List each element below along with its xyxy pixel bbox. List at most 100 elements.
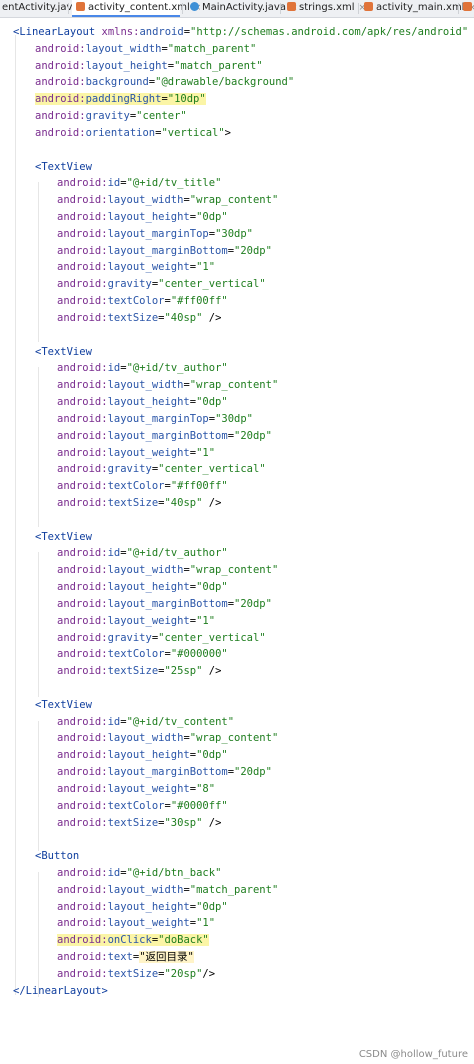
tab-activity-main-xml[interactable]: activity_main.xml× xyxy=(360,0,474,17)
xml-file-icon xyxy=(364,2,373,11)
code-token: "#ff00ff" xyxy=(170,480,228,493)
code-token: layout_marginBottom xyxy=(107,244,228,257)
code-line[interactable]: android:layout_height="0dp" xyxy=(57,579,228,595)
code-token: android: xyxy=(35,110,86,123)
code-token: orientation xyxy=(85,126,156,139)
code-token: android: xyxy=(57,951,108,964)
code-token: android: xyxy=(57,463,108,476)
code-line[interactable]: android:paddingRight="10dp" xyxy=(35,91,206,107)
code-line[interactable]: android:layout_width="wrap_content" xyxy=(57,562,278,578)
code-token: layout_weight xyxy=(107,614,190,627)
code-line[interactable]: android:layout_width="wrap_content" xyxy=(57,730,278,746)
code-token: android: xyxy=(57,799,108,812)
code-token: "center_vertical" xyxy=(158,631,266,644)
code-line[interactable]: android:layout_marginBottom="20dp" xyxy=(57,428,272,444)
code-line[interactable]: android:layout_marginTop="30dp" xyxy=(57,411,253,427)
code-token: android: xyxy=(57,211,108,224)
code-line[interactable]: android:layout_width="wrap_content" xyxy=(57,377,278,393)
tab-mainactivity-java[interactable]: MainActivity.java× xyxy=(186,0,298,17)
code-line[interactable]: android:textSize="40sp" /> xyxy=(57,310,221,326)
code-line[interactable]: android:gravity="center" xyxy=(35,108,187,124)
code-line[interactable]: android:layout_weight="1" xyxy=(57,915,215,931)
code-line[interactable]: android:orientation="vertical"> xyxy=(35,125,231,141)
code-line[interactable]: android:layout_height="0dp" xyxy=(57,394,228,410)
code-token: paddingRight xyxy=(85,93,162,106)
code-line[interactable]: <TextView xyxy=(35,697,92,713)
code-line[interactable]: <TextView xyxy=(35,344,92,360)
tab-strings-xml[interactable]: strings.xml × xyxy=(283,0,366,17)
code-token: "wrap_content" xyxy=(189,194,279,207)
code-token: text xyxy=(107,951,133,964)
indent-guide xyxy=(38,367,39,527)
code-line[interactable]: android:gravity="center_vertical" xyxy=(57,276,266,292)
code-line[interactable]: android:textSize="40sp" /> xyxy=(57,495,221,511)
code-line[interactable]: android:textSize="30sp" /> xyxy=(57,815,221,831)
code-line[interactable]: android:background="@drawable/background… xyxy=(35,74,294,90)
code-line[interactable]: android:layout_width="wrap_content" xyxy=(57,192,278,208)
code-line[interactable]: android:text="返回目录" xyxy=(57,949,194,965)
code-token: layout_width xyxy=(107,564,184,577)
code-token: xmlns: xyxy=(101,26,140,38)
code-line[interactable]: android:textSize="20sp"/> xyxy=(57,966,215,982)
code-line[interactable]: android:layout_weight="8" xyxy=(57,781,215,797)
code-line[interactable]: android:layout_height="0dp" xyxy=(57,209,228,225)
code-line[interactable]: android:layout_weight="1" xyxy=(57,259,215,275)
code-line[interactable]: android:layout_weight="1" xyxy=(57,613,215,629)
code-token: android: xyxy=(57,362,108,375)
code-line[interactable]: android:layout_width="match_parent" xyxy=(57,882,278,898)
tab-entactivity-java[interactable]: entActivity.java× xyxy=(0,0,90,17)
code-editor[interactable]: <LinearLayout xmlns:android="http://sche… xyxy=(0,17,474,1064)
tab-overflow[interactable]: p xyxy=(459,0,474,17)
code-token: android: xyxy=(57,867,108,879)
code-token: layout_marginBottom xyxy=(107,766,228,779)
editor-tab-bar: entActivity.java× activity_content.xml× … xyxy=(0,0,474,18)
code-line[interactable]: android:gravity="center_vertical" xyxy=(57,461,266,477)
code-line[interactable]: android:textColor="#000000" xyxy=(57,646,228,662)
code-line[interactable]: android:id="@+id/tv_title" xyxy=(57,175,221,191)
code-line[interactable]: android:onClick="doBack" xyxy=(57,932,209,948)
code-token: /> xyxy=(202,665,222,678)
code-line[interactable]: android:layout_width="match_parent" xyxy=(35,41,256,57)
code-token: background xyxy=(85,76,149,89)
code-token: layout_height xyxy=(107,900,190,913)
code-line[interactable]: android:layout_height="0dp" xyxy=(57,747,228,763)
code-token: id xyxy=(107,715,121,728)
code-line[interactable]: android:textColor="#ff00ff" xyxy=(57,478,228,494)
code-token: "40sp" xyxy=(164,311,203,324)
code-line[interactable]: android:layout_height="match_parent" xyxy=(35,58,263,74)
code-token: android xyxy=(139,26,184,38)
xml-file-icon xyxy=(463,2,472,11)
code-line[interactable]: <LinearLayout xmlns:android="http://sche… xyxy=(13,24,468,40)
code-line[interactable]: android:id="@+id/tv_content" xyxy=(57,714,234,730)
code-token: <TextView xyxy=(35,530,92,543)
code-line[interactable]: android:id="@+id/btn_back" xyxy=(57,865,221,881)
code-line[interactable]: <Button xyxy=(35,848,79,864)
code-line[interactable]: android:layout_marginBottom="20dp" xyxy=(57,243,272,259)
code-token: textColor xyxy=(107,480,165,493)
code-line[interactable]: </LinearLayout> xyxy=(13,983,108,999)
code-token: android: xyxy=(57,816,108,829)
code-token: layout_weight xyxy=(107,782,190,795)
code-line[interactable]: android:layout_height="0dp" xyxy=(57,899,228,915)
code-token: layout_width xyxy=(107,379,184,392)
code-line[interactable]: android:textColor="#ff00ff" xyxy=(57,293,228,309)
code-line[interactable]: android:gravity="center_vertical" xyxy=(57,630,266,646)
code-line[interactable]: android:textColor="#0000ff" xyxy=(57,798,228,814)
code-token: android: xyxy=(57,581,108,594)
code-token: "wrap_content" xyxy=(189,732,279,745)
code-line[interactable]: <TextView xyxy=(35,159,92,175)
code-token: "@+id/tv_author" xyxy=(126,362,228,375)
code-line[interactable]: android:id="@+id/tv_author" xyxy=(57,545,228,561)
tab-activity-content-xml[interactable]: activity_content.xml× xyxy=(72,0,201,17)
code-line[interactable]: android:layout_marginBottom="20dp" xyxy=(57,596,272,612)
code-line[interactable]: android:textSize="25sp" /> xyxy=(57,663,221,679)
code-line[interactable]: android:layout_marginTop="30dp" xyxy=(57,226,253,242)
code-token: android: xyxy=(57,648,108,661)
code-token: android: xyxy=(57,967,108,980)
code-line[interactable]: android:layout_weight="1" xyxy=(57,445,215,461)
code-line[interactable]: <TextView xyxy=(35,529,92,545)
code-line[interactable]: android:layout_marginBottom="20dp" xyxy=(57,764,272,780)
code-token: "40sp" xyxy=(164,496,203,509)
code-line[interactable]: android:id="@+id/tv_author" xyxy=(57,360,228,376)
indent-guide xyxy=(38,182,39,342)
